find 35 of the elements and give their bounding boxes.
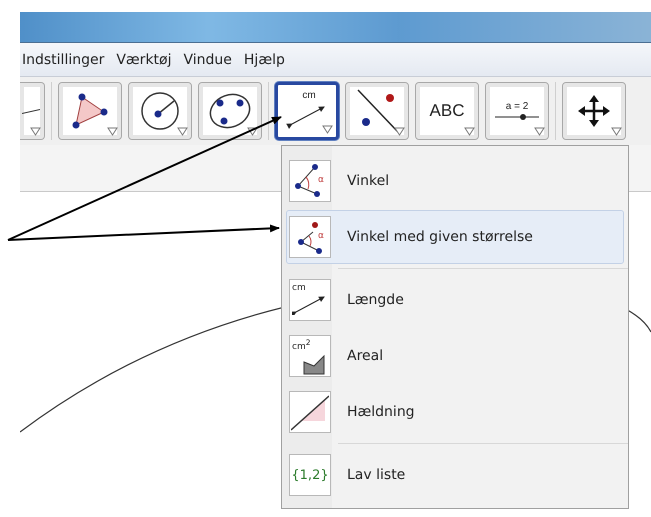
dropdown-triangle-icon xyxy=(534,127,545,136)
dropdown-triangle-icon xyxy=(394,127,405,136)
dropdown-triangle-icon xyxy=(322,125,333,134)
dropdown-menu-item[interactable]: α Vinkel med given størrelse xyxy=(286,210,624,264)
measure-tool-button[interactable]: cm xyxy=(275,82,339,140)
dropdown-triangle-icon xyxy=(247,127,258,136)
dropdown-triangle-icon xyxy=(177,127,188,136)
dropdown-triangle-icon xyxy=(611,127,622,136)
menu-item[interactable]: Hjælp xyxy=(244,52,285,68)
slope-icon xyxy=(291,393,329,431)
circle-tool-button[interactable] xyxy=(128,82,192,140)
reflect-tool-button[interactable] xyxy=(345,82,409,140)
move-icon xyxy=(578,95,610,127)
dropdown-menu-item[interactable]: α Vinkel xyxy=(286,154,624,208)
ellipse-icon xyxy=(208,91,252,131)
menu-item[interactable]: Indstillinger xyxy=(22,52,104,68)
dropdown-menu-item[interactable]: Hældning xyxy=(286,385,624,439)
move-tool-button[interactable] xyxy=(562,82,626,140)
dropdown-menu-item[interactable]: cm Længde xyxy=(286,273,624,327)
circle-icon xyxy=(140,91,180,131)
menu-item[interactable]: Værktøj xyxy=(116,52,172,68)
dropdown-triangle-icon xyxy=(464,127,475,136)
dropdown-triangle-icon xyxy=(30,127,41,136)
line-icon xyxy=(22,108,40,114)
dropdown-triangle-icon xyxy=(107,127,118,136)
triangle-icon xyxy=(70,93,110,129)
slider-tool-button[interactable]: a = 2 xyxy=(485,82,549,140)
conic-tool-button[interactable] xyxy=(198,82,262,140)
dropdown-menu-item[interactable]: {1,2} Lav liste xyxy=(286,448,624,502)
polygon-tool-button[interactable] xyxy=(58,82,122,140)
line-tool-button[interactable] xyxy=(20,82,45,140)
list-icon: {1,2} xyxy=(291,468,329,482)
menu-item[interactable]: Vindue xyxy=(184,52,232,68)
dropdown-menu-item[interactable]: cm$^{2}$ Areal xyxy=(286,329,624,383)
text-tool-button[interactable]: ABC xyxy=(415,82,479,140)
